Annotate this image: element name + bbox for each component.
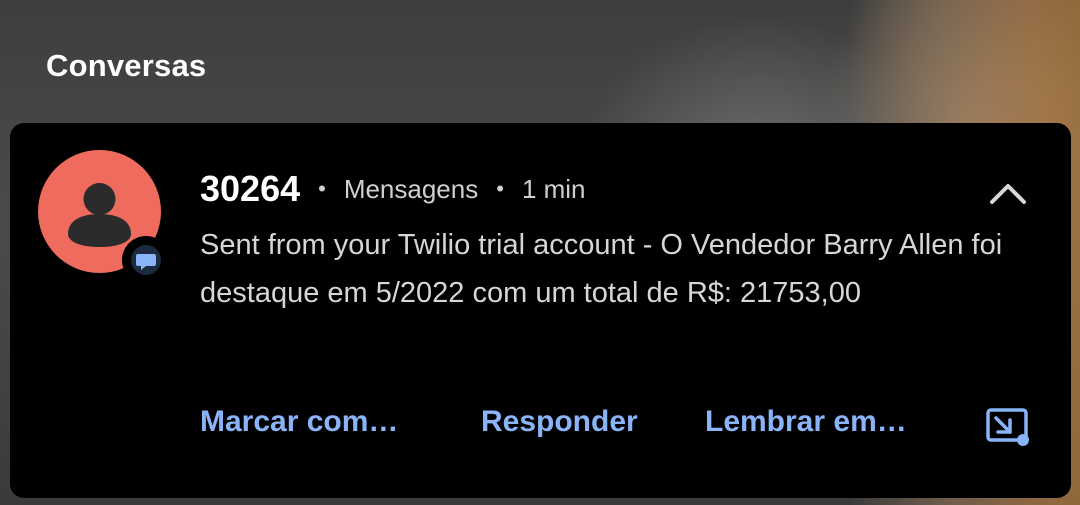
app-badge [122, 236, 170, 284]
collapse-button[interactable] [984, 173, 1032, 213]
separator-dot: • [318, 176, 326, 201]
sender-name: 30264 [200, 168, 301, 209]
snooze-button[interactable]: Lembrar em… [705, 405, 907, 439]
notification-header: 30264 • Mensagens • 1 min [200, 167, 586, 211]
reply-button[interactable]: Responder [481, 405, 638, 439]
chat-bubble-icon [131, 245, 161, 275]
timestamp: 1 min [521, 173, 586, 204]
separator-dot: • [496, 176, 504, 201]
notification-card[interactable]: 30264 • Mensagens • 1 min Sent from your… [10, 123, 1071, 498]
screen-share-button[interactable] [984, 406, 1032, 450]
message-body: Sent from your Twilio trial account - O … [200, 229, 1003, 309]
chevron-up-icon [990, 184, 1026, 204]
section-title: Conversas [46, 48, 207, 83]
screen-share-icon [986, 408, 1029, 446]
app-name: Mensagens [343, 173, 479, 204]
mark-as-read-button[interactable]: Marcar com… [200, 405, 398, 439]
